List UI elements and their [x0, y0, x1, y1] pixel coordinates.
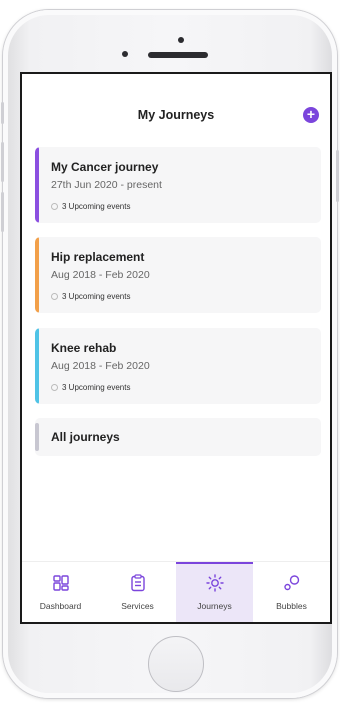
mute-switch: [1, 102, 4, 124]
clock-icon: [51, 293, 58, 301]
upcoming-events: 3 Upcoming events: [51, 292, 130, 301]
journey-dates: Aug 2018 - Feb 2020: [51, 360, 150, 372]
bottom-nav: Dashboard Services Journeys Bubbles: [22, 561, 330, 622]
page-title: My Journeys: [137, 108, 215, 122]
speaker-grille: [148, 52, 208, 58]
journey-name: Knee rehab: [51, 341, 117, 355]
sensor-icon: [122, 51, 128, 57]
journey-color-bar: [35, 147, 39, 223]
upcoming-events-label: 3 Upcoming events: [62, 383, 131, 392]
all-journeys-bar: [35, 423, 39, 451]
upcoming-events: 3 Upcoming events: [51, 383, 130, 392]
nav-label: Services: [121, 601, 154, 611]
clock-icon: [51, 384, 58, 392]
nav-label: Journeys: [197, 601, 232, 611]
journey-card[interactable]: My Cancer journey 27th Jun 2020 - presen…: [35, 147, 321, 223]
journeys-icon: [205, 574, 224, 592]
nav-dashboard[interactable]: Dashboard: [22, 562, 99, 622]
volume-down-button: [1, 192, 4, 232]
journey-color-bar: [35, 328, 39, 404]
journey-card[interactable]: Hip replacement Aug 2018 - Feb 2020 3 Up…: [35, 237, 321, 313]
journey-dates: Aug 2018 - Feb 2020: [51, 269, 150, 281]
all-journeys-button[interactable]: All journeys: [35, 418, 321, 456]
power-button: [336, 150, 339, 202]
upcoming-events: 3 Upcoming events: [51, 202, 130, 211]
nav-label: Dashboard: [39, 601, 82, 611]
nav-services[interactable]: Services: [99, 562, 176, 622]
nav-bubbles[interactable]: Bubbles: [253, 562, 330, 622]
journey-color-bar: [35, 237, 39, 313]
home-button[interactable]: [148, 636, 204, 692]
upcoming-events-label: 3 Upcoming events: [62, 202, 131, 211]
services-icon: [130, 574, 145, 592]
add-journey-button[interactable]: +: [303, 107, 319, 123]
journey-name: My Cancer journey: [51, 160, 159, 174]
all-journeys-label: All journeys: [51, 430, 120, 444]
journey-name: Hip replacement: [51, 250, 145, 264]
bubbles-icon: [283, 575, 299, 591]
front-camera-icon: [178, 37, 184, 43]
upcoming-events-label: 3 Upcoming events: [62, 292, 131, 301]
journey-card[interactable]: Knee rehab Aug 2018 - Feb 2020 3 Upcomin…: [35, 328, 321, 404]
dashboard-icon: [52, 575, 69, 591]
app-screen: My Journeys + My Cancer journey 27th Jun…: [20, 72, 332, 624]
journey-dates: 27th Jun 2020 - present: [51, 179, 162, 191]
clock-icon: [51, 203, 58, 211]
nav-label: Bubbles: [276, 601, 307, 611]
volume-up-button: [1, 142, 4, 182]
nav-journeys[interactable]: Journeys: [176, 562, 253, 622]
